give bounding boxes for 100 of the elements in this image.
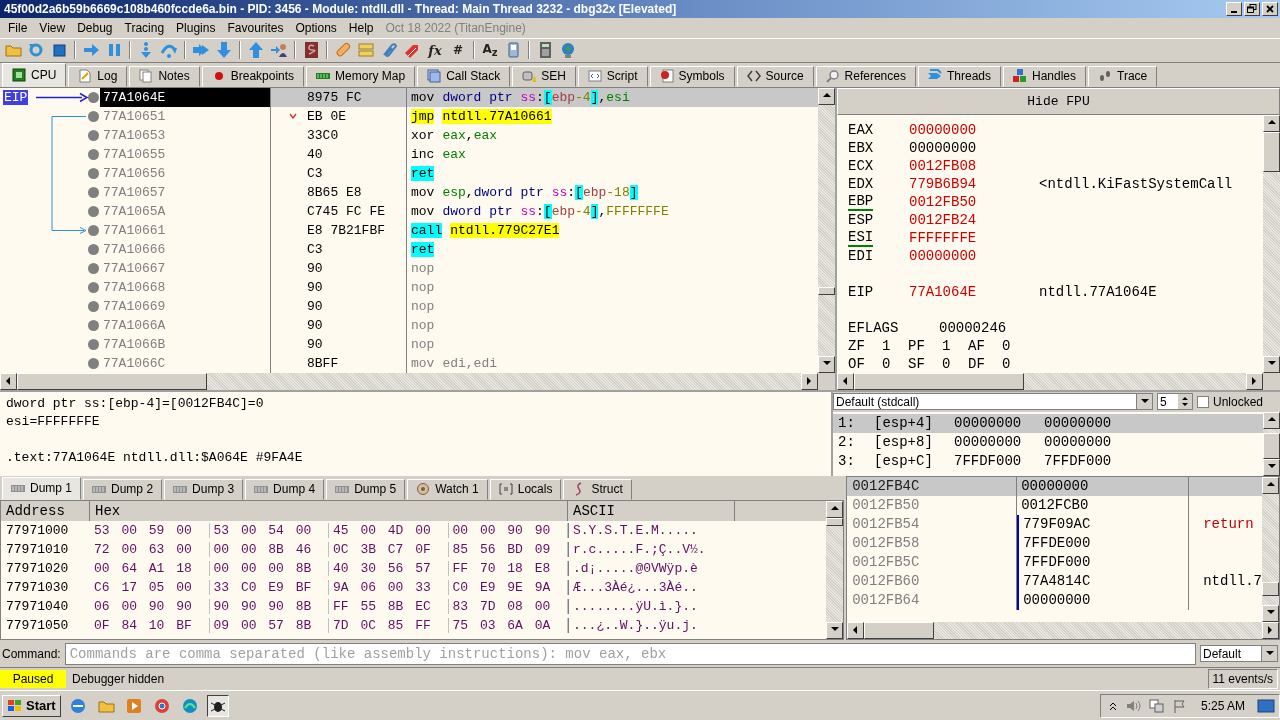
menu-item[interactable]: Favourites — [221, 20, 290, 35]
toolbar-button[interactable]: A$_{z}$ — [480, 40, 500, 61]
count-spinner[interactable]: 5 — [1157, 393, 1193, 411]
network-icon[interactable] — [1148, 698, 1165, 713]
events-counter: 11 events/s — [1207, 669, 1278, 690]
scrollbar-thumb[interactable] — [864, 621, 935, 639]
argument-value: 00000000 — [954, 434, 1023, 451]
address-cell: 77A1065A — [100, 201, 271, 221]
argument-value: 00000000 — [954, 415, 1023, 432]
breakpoint-marker[interactable] — [88, 338, 99, 350]
tab[interactable]: References — [815, 65, 916, 87]
menu-item[interactable]: View — [33, 20, 72, 35]
menu-item[interactable]: Options — [289, 20, 343, 35]
close-button[interactable] — [1262, 1, 1278, 16]
tab[interactable]: Memory Map — [306, 65, 416, 87]
tab[interactable]: Symbols — [649, 65, 735, 87]
menu-item[interactable]: Debug — [71, 20, 119, 35]
breakpoint-marker[interactable] — [88, 281, 99, 293]
tab[interactable]: Dump 4 — [245, 478, 325, 500]
page-icon — [78, 69, 93, 84]
desktop-icon[interactable] — [1257, 698, 1275, 713]
scrollbar-thumb[interactable] — [1263, 131, 1280, 172]
address-cell: 0012FB50 — [847, 495, 1018, 515]
scrollbar-thumb[interactable] — [818, 286, 835, 295]
tab[interactable]: Dump 3 — [164, 478, 244, 500]
tab[interactable]: Dump 2 — [83, 478, 163, 500]
command-field[interactable]: Commands are comma separated (like assembly instructions): mov eax, ebx — [64, 642, 1196, 665]
column-header[interactable]: ASCII — [568, 500, 735, 521]
register-comment: ntdll.77A1064E — [1039, 283, 1157, 300]
tab[interactable]: Handles — [1003, 65, 1086, 87]
tab[interactable]: Dump 1 — [2, 476, 82, 500]
scrollbar-thumb[interactable] — [826, 517, 844, 526]
tab[interactable]: Watch 1 — [407, 478, 488, 500]
convention-dropdown[interactable]: Default (stdcall) — [833, 393, 1153, 411]
tab[interactable]: Log — [68, 65, 128, 87]
breakpoint-marker[interactable] — [88, 243, 99, 255]
breakpoint-marker[interactable] — [88, 262, 99, 274]
flag-icon[interactable] — [1172, 698, 1187, 713]
pages-icon — [139, 69, 154, 84]
breakpoint-marker[interactable] — [88, 91, 99, 103]
scrollbar-thumb[interactable] — [17, 372, 207, 390]
horizontal-scrollbar[interactable] — [847, 621, 1279, 639]
tab[interactable]: CPU — [2, 62, 67, 87]
tab[interactable]: SEH — [512, 65, 576, 87]
menu-item[interactable]: File — [2, 20, 34, 35]
breakpoint-marker[interactable] — [88, 186, 99, 198]
column-header[interactable]: Address — [1, 500, 90, 521]
vertical-scrollbar[interactable] — [818, 87, 835, 373]
hex-cell: 53 00 59 00 — [90, 522, 210, 538]
breakpoint-marker[interactable] — [88, 205, 99, 217]
register-value: 779B6B94 — [909, 175, 978, 192]
menu-item[interactable]: Tracing — [118, 20, 171, 35]
breakpoint-marker[interactable] — [88, 110, 99, 122]
tab[interactable]: Source — [736, 65, 814, 87]
restore-icon — [1247, 4, 1257, 14]
ascii-cell: r.c.....F.;Ç..V½. — [568, 541, 735, 557]
tab[interactable]: Call Stack — [417, 65, 511, 87]
vertical-scrollbar[interactable] — [826, 500, 844, 639]
value-cell: 77A4814C — [1017, 571, 1190, 591]
comment-cell-text: return — [1202, 516, 1254, 533]
breakpoint-marker[interactable] — [88, 224, 99, 236]
address-cell-text: 77971010 — [5, 541, 70, 557]
breakpoint-marker[interactable] — [88, 129, 99, 141]
minimize-button[interactable] — [1226, 1, 1242, 16]
scrollbar-thumb[interactable] — [1263, 432, 1280, 459]
vertical-scrollbar[interactable] — [1263, 114, 1280, 373]
toolbar-button[interactable]: fx — [425, 40, 445, 61]
value-cell: 0012FCB0 — [1017, 495, 1190, 515]
breakpoint-marker[interactable] — [88, 148, 99, 160]
scrollbar-thumb[interactable] — [1262, 581, 1279, 596]
restore-button[interactable] — [1244, 1, 1260, 16]
close-icon — [1266, 4, 1274, 13]
tab[interactable]: Dump 5 — [326, 478, 406, 500]
tab[interactable]: Struct — [563, 478, 632, 500]
menu-item[interactable]: Help — [342, 20, 380, 35]
vertical-scrollbar[interactable] — [1262, 476, 1279, 622]
tab[interactable]: Trace — [1088, 65, 1158, 87]
chevron-up-icon[interactable] — [1108, 700, 1117, 711]
mode-dropdown[interactable]: Default — [1200, 645, 1278, 662]
tab[interactable]: Script — [577, 65, 648, 87]
tab[interactable]: Threads — [917, 65, 1001, 87]
horizontal-scrollbar[interactable] — [0, 372, 835, 390]
bug-taskbar-button[interactable] — [206, 694, 229, 717]
tab[interactable]: Notes — [129, 65, 200, 87]
unlocked-checkbox[interactable] — [1197, 395, 1209, 408]
tab[interactable]: Breakpoints — [201, 65, 305, 87]
tab[interactable]: Locals — [489, 478, 562, 500]
speaker-icon[interactable] — [1124, 698, 1141, 713]
start-button[interactable]: Start — [2, 694, 61, 717]
breakpoint-marker[interactable] — [88, 319, 99, 331]
toolbar-button[interactable]: # — [448, 40, 468, 61]
vertical-scrollbar[interactable] — [1263, 411, 1280, 476]
breakpoint-marker[interactable] — [88, 357, 99, 369]
breakpoint-marker[interactable] — [88, 300, 99, 312]
flag-value: 0 — [942, 355, 951, 372]
column-header[interactable]: Hex — [90, 500, 568, 521]
menu-item[interactable]: Plugins — [170, 20, 222, 35]
hide-fpu-button[interactable]: Hide FPU — [837, 87, 1280, 115]
breakpoint-marker[interactable] — [88, 167, 99, 179]
instruction-cell-text: call ntdll.779C27E1 — [410, 221, 561, 240]
